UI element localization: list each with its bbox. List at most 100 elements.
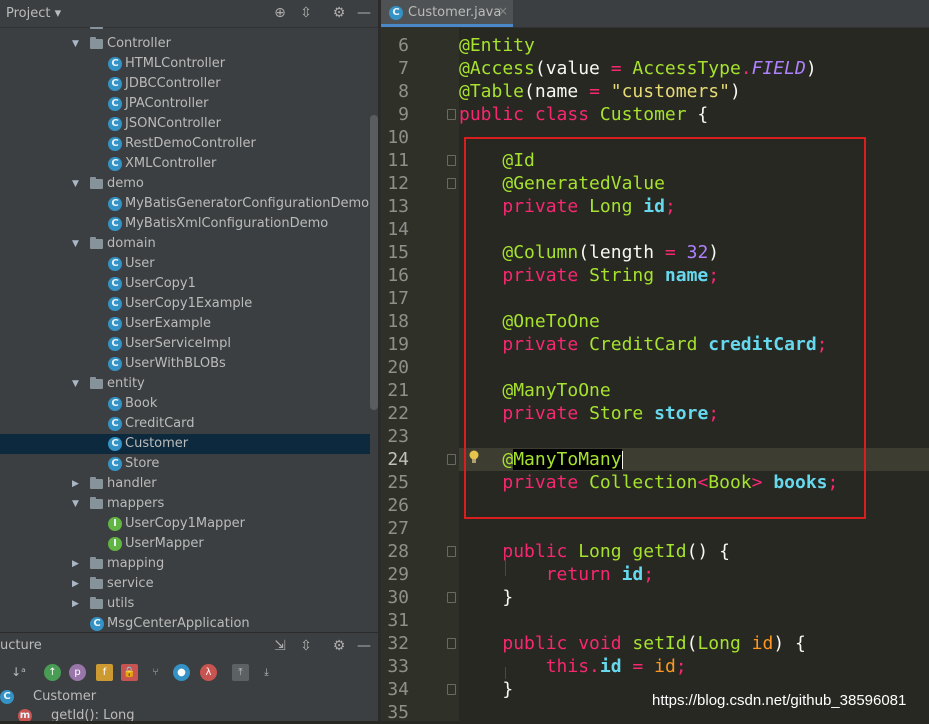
tree-item[interactable]: C MyBatisXmlConfigurationDemo — [0, 214, 370, 234]
hide-panel-icon[interactable]: — — [355, 4, 373, 22]
chevron-right-icon[interactable]: ▶ — [72, 554, 82, 574]
chevron-down-icon[interactable]: ▼ — [72, 494, 82, 514]
fold-marker-icon[interactable] — [447, 178, 456, 189]
tree-item[interactable]: ▶ utils — [0, 594, 370, 614]
tree-item[interactable]: C UserExample — [0, 314, 370, 334]
tree-item[interactable]: C JDBCController — [0, 74, 370, 94]
hide-panel-icon[interactable]: — — [355, 637, 373, 655]
fold-marker-icon[interactable] — [447, 592, 456, 603]
line-number: 8 — [398, 81, 409, 102]
chevron-right-icon[interactable]: ▶ — [72, 574, 82, 594]
tree-item[interactable]: C Customer — [0, 434, 370, 454]
fold-marker-icon[interactable] — [447, 109, 456, 120]
code-line[interactable]: @Entity — [459, 34, 929, 57]
highlight-box — [464, 137, 866, 519]
code-line[interactable]: @Table(name = "customers") — [459, 80, 929, 103]
fold-marker-icon[interactable] — [447, 454, 456, 465]
tree-item-label: Controller — [107, 36, 171, 51]
tree-item[interactable]: C MsgCenterApplication — [0, 614, 370, 631]
tree-item[interactable]: C RestDemoController — [0, 134, 370, 154]
folder-icon — [90, 477, 103, 489]
code-line[interactable]: return id; — [459, 563, 929, 586]
show-properties-icon[interactable]: p — [69, 664, 86, 681]
tree-item[interactable]: C UserCopy1 — [0, 274, 370, 294]
code-line[interactable]: } — [459, 586, 929, 609]
tree-item[interactable]: C HTMLController — [0, 54, 370, 74]
tree-item[interactable]: C Store — [0, 454, 370, 474]
close-icon[interactable]: × — [498, 4, 508, 18]
fold-marker-icon[interactable] — [447, 155, 456, 166]
folder-icon — [90, 177, 103, 189]
tree-item-label: MsgCenterApplication — [107, 616, 250, 631]
collapse-all-icon[interactable]: ⇳ — [297, 637, 315, 655]
code-line[interactable]: public Long getId() { — [459, 540, 929, 563]
gear-icon[interactable]: ⚙ — [330, 4, 348, 22]
chevron-right-icon[interactable]: ▶ — [72, 27, 82, 34]
fold-marker-icon[interactable] — [447, 546, 456, 557]
tree-item[interactable]: C XMLController — [0, 154, 370, 174]
tree-item[interactable]: C UserServiceImpl — [0, 334, 370, 354]
code-line[interactable] — [459, 609, 929, 632]
method-icon: m — [18, 709, 32, 721]
tree-item[interactable]: I UserMapper — [0, 534, 370, 554]
tab-customer-java[interactable]: C Customer.java × — [381, 0, 513, 27]
tree-item[interactable]: C JSONController — [0, 114, 370, 134]
tree-item[interactable]: C UserCopy1Example — [0, 294, 370, 314]
tree-item[interactable]: I UserCopy1Mapper — [0, 514, 370, 534]
tree-item[interactable]: ▶ client — [0, 27, 370, 34]
code-token: . — [740, 58, 752, 79]
lambda-icon[interactable]: λ — [200, 664, 217, 681]
fold-marker-icon[interactable] — [447, 684, 456, 695]
code-token: "customers" — [610, 81, 730, 102]
project-view-selector[interactable]: Project ▾ — [6, 6, 61, 21]
show-fields-icon[interactable]: f — [96, 664, 113, 681]
tree-item[interactable]: ▼ entity — [0, 374, 370, 394]
show-non-public-icon[interactable]: 🔒 — [121, 664, 138, 681]
tree-item[interactable]: ▶ service — [0, 574, 370, 594]
show-lambdas-icon[interactable]: ⑂ — [147, 664, 164, 681]
collapse-all-icon[interactable]: ⇳ — [297, 4, 315, 22]
expand-all-icon[interactable]: ⇲ — [271, 637, 289, 655]
show-inherited-icon[interactable]: ↑ — [44, 664, 61, 681]
structure-row[interactable]: C Customer — [0, 687, 370, 707]
line-number: 18 — [387, 311, 409, 332]
tree-item-label: demo — [107, 176, 144, 191]
tree-item[interactable]: ▼ mappers — [0, 494, 370, 514]
chevron-down-icon[interactable]: ▼ — [72, 234, 82, 254]
autoscroll-from-source-icon[interactable]: ⤓ — [258, 664, 275, 681]
tree-item[interactable]: ▼ Controller — [0, 34, 370, 54]
tree-item[interactable]: C Book — [0, 394, 370, 414]
tree-item[interactable]: C User — [0, 254, 370, 274]
tab-label: Customer.java — [408, 5, 502, 20]
chevron-down-icon[interactable]: ▼ — [72, 374, 82, 394]
chevron-down-icon[interactable]: ▼ — [72, 34, 82, 54]
chevron-down-icon[interactable]: ▼ — [72, 174, 82, 194]
editor-tab-bar: C Customer.java × — [381, 0, 929, 28]
chevron-right-icon[interactable]: ▶ — [72, 594, 82, 614]
code-line[interactable]: this.id = id; — [459, 655, 929, 678]
tree-item[interactable]: C UserWithBLOBs — [0, 354, 370, 374]
sort-alpha-icon[interactable]: ↓ᵃ — [10, 664, 27, 681]
code-token: { — [686, 104, 709, 125]
anonymous-classes-icon[interactable]: ● — [173, 664, 190, 681]
autoscroll-to-source-icon[interactable]: ⤒ — [232, 664, 249, 681]
structure-row[interactable]: m getId(): Long — [0, 706, 370, 721]
tree-item[interactable]: ▶ mapping — [0, 554, 370, 574]
tree-item[interactable]: C JPAController — [0, 94, 370, 114]
fold-marker-icon[interactable] — [447, 638, 456, 649]
lightbulb-icon[interactable] — [468, 450, 480, 464]
locate-icon[interactable]: ⊕ — [271, 4, 289, 22]
tree-item[interactable]: ▼ domain — [0, 234, 370, 254]
code-line[interactable] — [459, 517, 929, 540]
tree-item[interactable]: ▶ handler — [0, 474, 370, 494]
tree-item[interactable]: ▼ demo — [0, 174, 370, 194]
line-number: 16 — [387, 265, 409, 286]
tree-item[interactable]: C MyBatisGeneratorConfigurationDemo — [0, 194, 370, 214]
code-line[interactable]: @Access(value = AccessType.FIELD) — [459, 57, 929, 80]
code-line[interactable]: public class Customer { — [459, 103, 929, 126]
code-line[interactable]: public void setId(Long id) { — [459, 632, 929, 655]
gear-icon[interactable]: ⚙ — [330, 637, 348, 655]
tree-item[interactable]: C CreditCard — [0, 414, 370, 434]
chevron-right-icon[interactable]: ▶ — [72, 474, 82, 494]
tree-scrollbar[interactable] — [370, 115, 378, 410]
